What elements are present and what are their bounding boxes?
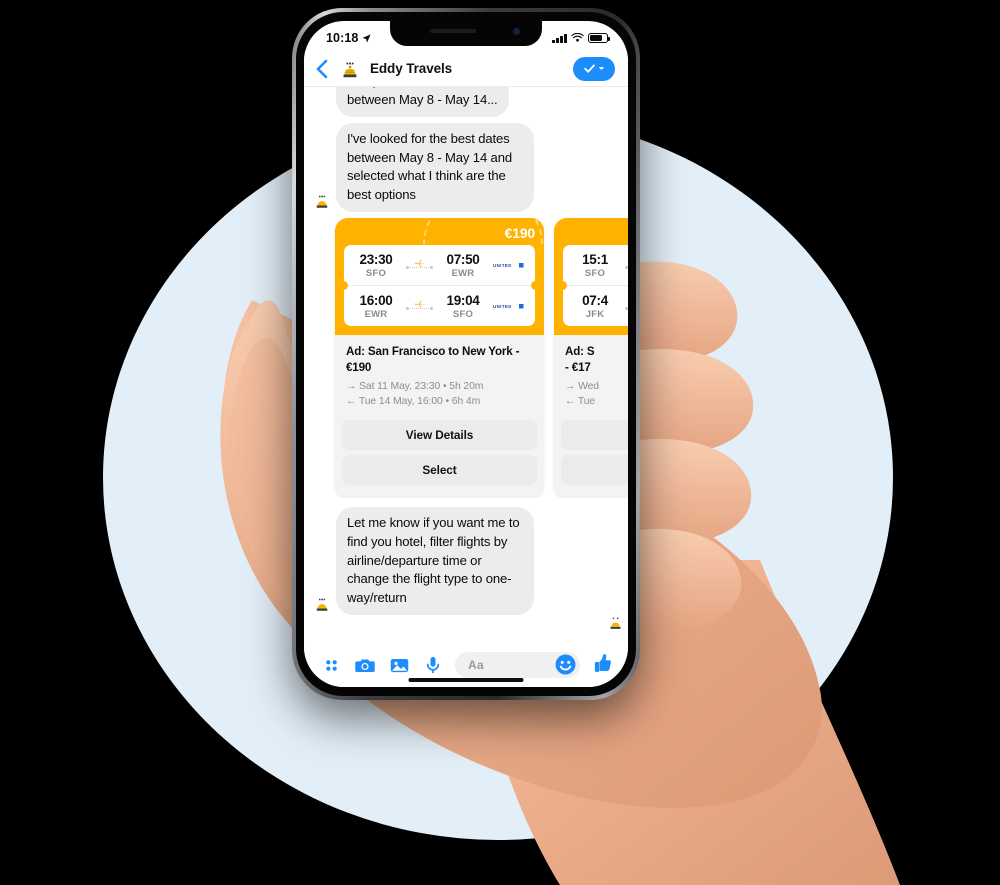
- status-left: 10:18: [326, 31, 372, 45]
- route-line: [404, 255, 435, 277]
- depart-airport: SFO: [584, 268, 606, 280]
- flight-price: €190: [504, 225, 536, 242]
- arrive-airport: SFO: [452, 309, 474, 321]
- flight-card-price-line: - €17: [565, 360, 591, 374]
- cellular-bars-icon: [552, 33, 567, 43]
- depart-block: 07:4 JFK: [573, 293, 617, 320]
- depart-time: 07:4: [582, 293, 608, 309]
- route-line: [623, 255, 628, 277]
- phone-device: 10:18 Eddy Travels between May 8 - May 1…: [292, 8, 640, 700]
- wifi-icon: [571, 33, 584, 43]
- message-input-placeholder: Aa: [468, 658, 484, 672]
- home-indicator: [408, 678, 524, 682]
- flight-card-actions: [554, 416, 628, 499]
- screenshot-stage: 10:18 Eddy Travels between May 8 - May 1…: [0, 0, 1000, 885]
- flight-price: €17: [563, 225, 628, 241]
- depart-block: 23:30 SFO: [354, 252, 398, 279]
- flight-legs: 23:30 SFO 07:50 EWR UNITED 16:00 EWR 19:…: [339, 245, 540, 327]
- arrive-block: 07:50 EWR: [441, 252, 485, 279]
- checkmark-icon: [584, 64, 595, 73]
- arrive-time: 07:50: [446, 252, 480, 268]
- flight-card-header: €190 23:30 SFO 07:50 EWR UNITED 16:00 EW…: [335, 218, 544, 336]
- flight-inbound-summary: ← Tue 14 May, 16:00 • 6h 4m: [346, 396, 481, 408]
- flight-card-body: Ad: S - €17 → Wed ← Tue: [554, 335, 628, 417]
- route-line: [404, 296, 435, 318]
- message-text: between May 8 - May 14...: [347, 91, 498, 107]
- flight-carousel[interactable]: €190 23:30 SFO 07:50 EWR UNITED 16:00 EW…: [304, 212, 628, 499]
- message-row-best-dates: I've looked for the best dates between M…: [304, 123, 628, 213]
- message-bubble[interactable]: I've looked for the best dates between M…: [336, 123, 534, 213]
- device-notch: [390, 21, 542, 46]
- battery-icon: [588, 33, 610, 43]
- depart-time: 15:1: [582, 252, 608, 268]
- message-input[interactable]: Aa: [455, 652, 580, 678]
- bot-avatar-icon-edge: [607, 614, 626, 633]
- flight-legs: 15:1 SFO 07:4 JFK: [558, 245, 628, 327]
- phone-screen: 10:18 Eddy Travels between May 8 - May 1…: [304, 21, 628, 687]
- message-bubble[interactable]: - May 11 with return between May 8 - May…: [336, 87, 509, 118]
- flight-card-body: Ad: San Francisco to New York - €190 → S…: [335, 335, 544, 417]
- flight-card-title: Ad: San Francisco to New York - €190: [346, 345, 520, 374]
- flight-outbound-summary: → Sat 11 May, 23:30 • 5h 20m: [346, 381, 484, 393]
- apps-grid-icon[interactable]: [318, 652, 344, 678]
- united-airlines-logo: UNITED: [491, 302, 527, 311]
- flight-card[interactable]: €17 15:1 SFO: [554, 218, 628, 499]
- depart-airport: EWR: [364, 309, 388, 321]
- bot-avatar-icon: [312, 594, 331, 613]
- message-text-clipped: - May 11 with return: [347, 87, 459, 88]
- smiley-emoji-icon[interactable]: [554, 653, 577, 676]
- arrive-time: 19:04: [446, 293, 480, 309]
- front-camera: [513, 28, 520, 35]
- arrive-block: 19:04 SFO: [441, 293, 485, 320]
- caret-down-icon: [598, 67, 605, 70]
- microphone-icon[interactable]: [420, 652, 446, 678]
- location-arrow-icon: [362, 33, 372, 43]
- ticket-notch-right: [531, 281, 540, 291]
- depart-block: 16:00 EWR: [354, 293, 398, 320]
- flight-leg-outbound: 23:30 SFO 07:50 EWR UNITED: [344, 245, 535, 285]
- depart-airport: SFO: [365, 268, 387, 280]
- select-button[interactable]: Select: [342, 455, 537, 486]
- flight-outbound-summary: → Wed: [565, 381, 599, 393]
- svg-text:UNITED: UNITED: [493, 263, 512, 268]
- bot-avatar-icon: [312, 191, 331, 210]
- message-bubble[interactable]: Let me know if you want me to find you h…: [336, 507, 534, 616]
- chat-header: Eddy Travels: [304, 51, 628, 87]
- flight-card-title: Ad: S: [565, 345, 595, 359]
- depart-time: 16:00: [359, 293, 393, 309]
- flight-card-actions: View Details Select: [335, 416, 544, 499]
- flight-inbound-summary: ← Tue: [565, 396, 596, 408]
- eddy-travels-avatar-icon[interactable]: [338, 57, 361, 80]
- thumbs-up-icon[interactable]: [590, 652, 616, 678]
- message-list[interactable]: - May 11 with return between May 8 - May…: [304, 87, 628, 643]
- status-time: 10:18: [326, 31, 359, 45]
- depart-block: 15:1 SFO: [573, 252, 617, 279]
- back-chevron-icon[interactable]: [315, 59, 329, 79]
- view-details-button[interactable]: View Details: [342, 420, 537, 451]
- select-button[interactable]: [561, 455, 628, 486]
- earpiece-speaker: [430, 29, 476, 33]
- flight-leg-return: 16:00 EWR 19:04 SFO UNITED: [344, 285, 535, 326]
- arrive-airport: EWR: [451, 268, 475, 280]
- message-row-clipped: - May 11 with return between May 8 - May…: [304, 87, 628, 118]
- route-line: [623, 296, 628, 318]
- message-row-let-me-know: Let me know if you want me to find you h…: [304, 507, 628, 616]
- camera-icon[interactable]: [352, 652, 378, 678]
- photo-gallery-icon[interactable]: [386, 652, 412, 678]
- united-airlines-logo: UNITED: [491, 261, 527, 270]
- flight-leg-outbound: 15:1 SFO: [563, 245, 628, 285]
- flight-card[interactable]: €190 23:30 SFO 07:50 EWR UNITED 16:00 EW…: [335, 218, 544, 499]
- verified-action-button[interactable]: [573, 56, 615, 81]
- flight-leg-return: 07:4 JFK: [563, 285, 628, 326]
- phone-bezel: 10:18 Eddy Travels between May 8 - May 1…: [296, 12, 636, 696]
- view-details-button[interactable]: [561, 420, 628, 451]
- plane-icon: [413, 259, 426, 267]
- flight-card-header: €17 15:1 SFO: [554, 218, 628, 336]
- depart-airport: JFK: [585, 309, 605, 321]
- depart-time: 23:30: [359, 252, 393, 268]
- svg-text:UNITED: UNITED: [493, 304, 512, 309]
- plane-icon: [413, 300, 426, 308]
- page-title: Eddy Travels: [370, 61, 453, 76]
- status-right: [552, 33, 610, 43]
